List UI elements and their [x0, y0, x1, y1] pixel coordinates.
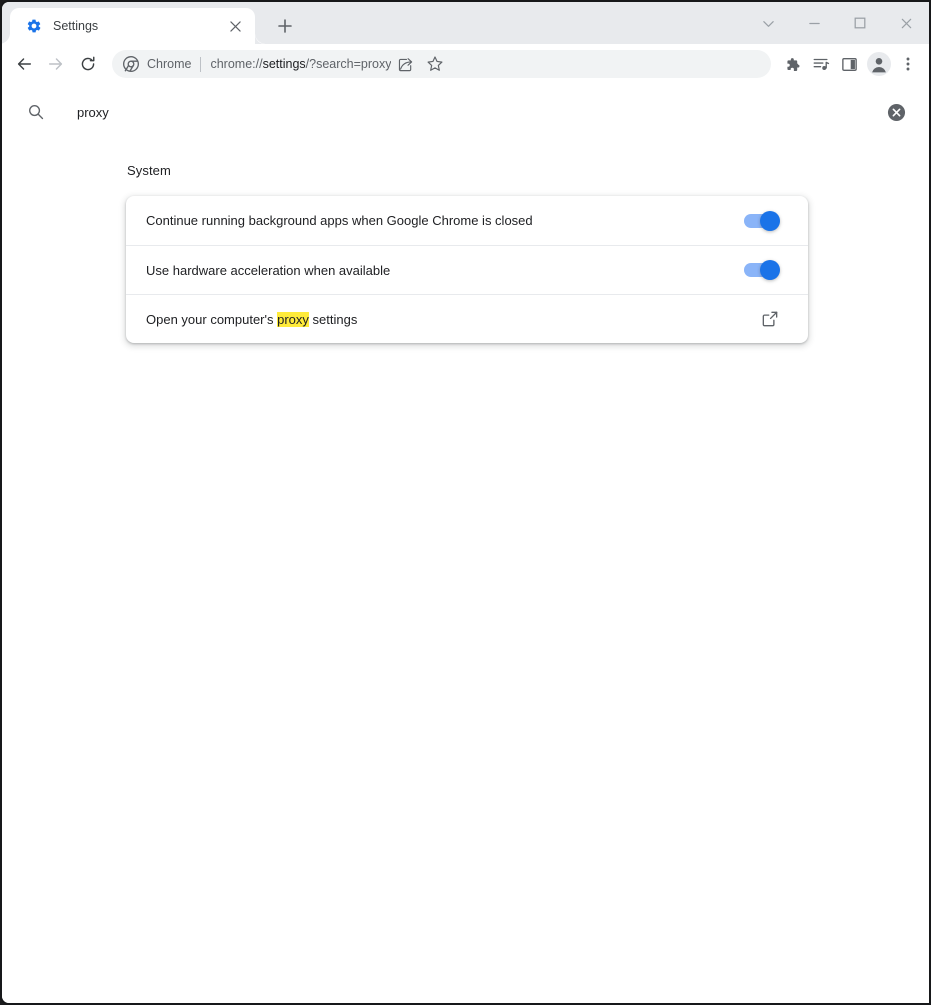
- url-strong: settings: [262, 57, 306, 71]
- browser-toolbar: Chrome chrome://settings/?search=proxy: [2, 44, 929, 84]
- maximize-button[interactable]: [837, 2, 883, 44]
- maximize-icon: [854, 17, 866, 29]
- reload-button[interactable]: [72, 48, 104, 80]
- minimize-icon: [808, 17, 821, 30]
- tab-right-curve: [255, 33, 266, 44]
- minimize-button[interactable]: [791, 2, 837, 44]
- clear-circle-icon: [887, 103, 906, 122]
- settings-search-bar: [2, 84, 929, 140]
- tab-settings[interactable]: Settings: [2, 8, 266, 44]
- chrome-logo-icon: [123, 56, 139, 72]
- star-icon: [426, 55, 444, 73]
- row-label-after: settings: [308, 311, 358, 327]
- close-icon: [900, 17, 913, 30]
- arrow-right-icon: [47, 55, 65, 73]
- chrome-menu-button[interactable]: [893, 50, 922, 79]
- tab-left-curve: [2, 33, 10, 44]
- search-input[interactable]: [77, 104, 885, 120]
- row-label-before: Open your computer's: [146, 311, 278, 327]
- playlist-music-icon: [812, 55, 830, 73]
- hardware-acceleration-toggle[interactable]: [744, 260, 780, 280]
- more-vertical-icon: [900, 56, 916, 72]
- row-background-apps[interactable]: Continue running background apps when Go…: [126, 196, 808, 245]
- chevron-down-icon: [762, 17, 775, 30]
- close-window-button[interactable]: [883, 2, 929, 44]
- open-in-new-icon: [761, 310, 779, 328]
- plus-icon: [278, 19, 292, 33]
- share-icon: [397, 56, 414, 73]
- extensions-button[interactable]: [777, 50, 806, 79]
- row-proxy-settings[interactable]: Open your computer's proxy settings: [126, 294, 808, 343]
- omnibox-chip-label: Chrome: [147, 57, 192, 71]
- gear-icon: [26, 18, 42, 34]
- settings-content: System Continue running background apps …: [2, 140, 929, 1003]
- clear-search-button[interactable]: [885, 101, 907, 123]
- back-button[interactable]: [8, 48, 40, 80]
- share-button[interactable]: [391, 50, 420, 79]
- profile-button[interactable]: [864, 50, 893, 79]
- omnibox-actions: [391, 50, 449, 79]
- tab-strip: Settings: [2, 2, 929, 44]
- search-icon[interactable]: [26, 102, 46, 122]
- settings-page: System Continue running background apps …: [2, 84, 929, 1003]
- row-hardware-acceleration[interactable]: Use hardware acceleration when available: [126, 245, 808, 294]
- tab-title: Settings: [53, 19, 99, 33]
- tab-search-button[interactable]: [745, 2, 791, 44]
- avatar-icon: [866, 52, 891, 76]
- reload-icon: [79, 55, 97, 73]
- media-button[interactable]: [806, 50, 835, 79]
- row-label: Use hardware acceleration when available: [146, 262, 391, 278]
- section-title: System: [127, 163, 171, 178]
- new-tab-button[interactable]: [271, 12, 299, 40]
- window-controls: [745, 2, 929, 44]
- toggle-knob: [760, 210, 780, 231]
- settings-card: Continue running background apps when Go…: [126, 196, 808, 343]
- forward-button[interactable]: [40, 48, 72, 80]
- background-apps-toggle[interactable]: [744, 210, 780, 231]
- url-prefix: chrome://: [210, 57, 263, 71]
- open-proxy-settings-button[interactable]: [758, 307, 782, 331]
- toggle-knob: [760, 260, 780, 280]
- settings-section-system: System Continue running background apps …: [126, 153, 808, 343]
- bookmark-button[interactable]: [420, 50, 449, 79]
- browser-window: Settings Chrome chrome://settings/?searc…: [0, 0, 931, 1005]
- side-panel-button[interactable]: [835, 50, 864, 79]
- close-icon[interactable]: [225, 16, 245, 36]
- side-panel-icon: [841, 56, 858, 73]
- row-label: Continue running background apps when Go…: [146, 213, 533, 228]
- omnibox[interactable]: Chrome chrome://settings/?search=proxy: [112, 50, 771, 78]
- omnibox-url: chrome://settings/?search=proxy: [210, 57, 391, 71]
- arrow-left-icon: [15, 55, 33, 73]
- omnibox-divider: [200, 56, 202, 72]
- url-suffix: /?search=proxy: [305, 57, 392, 71]
- puzzle-icon: [783, 56, 800, 73]
- search-match-highlight: proxy: [277, 311, 309, 327]
- row-label: Open your computer's proxy settings: [146, 311, 758, 327]
